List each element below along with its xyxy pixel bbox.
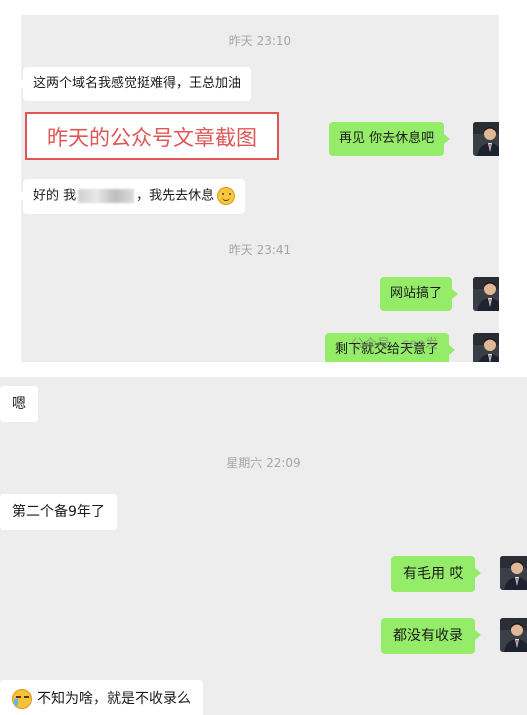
man-in-suit-avatar-icon [500, 618, 527, 652]
blurred-name [78, 189, 135, 203]
user-avatar[interactable] [473, 277, 499, 311]
chat-panel-bottom: 嗯 星期六 22:09 第二个备9年了 有毛用 哎 都没有收录 不知为啥，就是不… [0, 377, 527, 715]
message-text-prefix: 好的 我 [33, 188, 77, 204]
timestamp: 昨天 23:41 [228, 243, 292, 257]
man-in-suit-avatar-icon [500, 556, 527, 590]
timestamp: 昨天 23:10 [228, 34, 292, 48]
man-in-suit-avatar-icon [473, 333, 499, 362]
sent-message[interactable]: 网站搞了 [380, 277, 459, 311]
received-message[interactable]: 这两个域名我感觉挺难得，王总加油 [21, 67, 252, 101]
user-avatar[interactable] [500, 556, 527, 590]
user-avatar[interactable] [473, 122, 499, 156]
chat-panel-top: 昨天 23:10 这两个域名我感觉挺难得，王总加油 昨天的公众号文章截图 再见 … [21, 15, 499, 362]
sent-message[interactable]: 都没有收录 [381, 618, 481, 654]
user-avatar[interactable] [500, 618, 527, 652]
watermark: 公众号 · seo发 [351, 337, 439, 352]
message-text: 不知为啥，就是不收录么 [37, 691, 191, 707]
sent-message[interactable]: 再见 你去休息吧 [329, 122, 451, 156]
man-in-suit-avatar-icon [473, 122, 499, 156]
smile-emoji-icon [217, 187, 236, 205]
timestamp: 星期六 22:09 [226, 456, 301, 470]
screenshot-caption-banner: 昨天的公众号文章截图 [25, 112, 279, 160]
received-message[interactable]: 不知为啥，就是不收录么 [0, 680, 203, 715]
received-message[interactable]: 好的 我 ，我先去休息 [21, 179, 246, 214]
message-text-suffix: ，我先去休息 [136, 188, 215, 204]
sent-message[interactable]: 有毛用 哎 [391, 556, 482, 592]
crying-emoji-icon [12, 689, 32, 709]
user-avatar[interactable] [473, 333, 499, 362]
man-in-suit-avatar-icon [473, 277, 499, 311]
received-message[interactable]: 第二个备9年了 [0, 494, 117, 530]
received-message[interactable]: 嗯 [0, 386, 38, 422]
